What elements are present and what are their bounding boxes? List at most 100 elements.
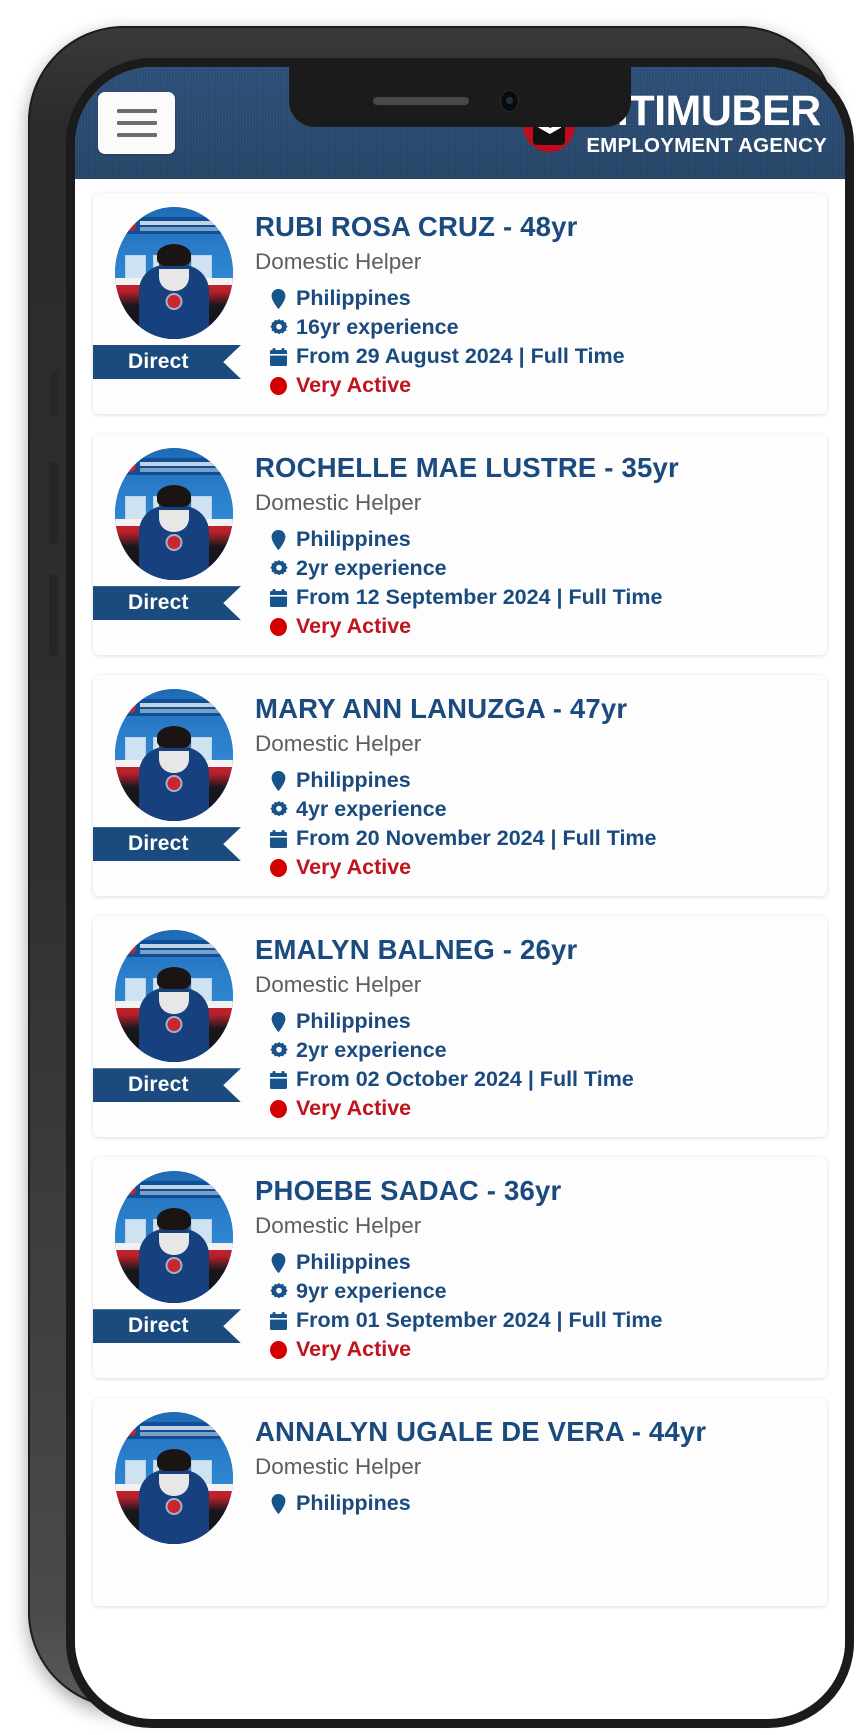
avatar-column bbox=[107, 1412, 241, 1545]
candidate-name[interactable]: RUBI ROSA CRUZ - 48yr bbox=[255, 211, 817, 243]
candidate-card[interactable]: Direct RUBI ROSA CRUZ - 48yr Domestic Help… bbox=[93, 193, 827, 415]
candidate-info: PHOEBE SADAC - 36yr Domestic Helper Philip… bbox=[241, 1171, 827, 1364]
candidate-list[interactable]: Direct RUBI ROSA CRUZ - 48yr Domestic Help… bbox=[75, 179, 845, 1719]
candidate-role: Domestic Helper bbox=[255, 1454, 422, 1480]
screenshot-root: N CITIMUBER EMPLOYMENT AGENCY DirectRUBI… bbox=[0, 0, 864, 1735]
candidate-experience: 2yr experience bbox=[296, 1038, 447, 1063]
candidate-experience-row: 9yr experience bbox=[269, 1277, 817, 1306]
front-camera-icon bbox=[501, 91, 518, 111]
red-dot-icon bbox=[269, 1099, 288, 1118]
gear-icon bbox=[269, 800, 288, 819]
candidate-experience: 9yr experience bbox=[296, 1279, 447, 1304]
candidate-country-row: Philippines bbox=[269, 1248, 817, 1277]
calendar-icon bbox=[269, 1311, 288, 1330]
brand-subtitle: EMPLOYMENT AGENCY bbox=[586, 133, 827, 157]
avatar-column bbox=[107, 1171, 241, 1304]
candidate-name[interactable]: MARY ANN LANUZGA - 47yr bbox=[255, 693, 817, 725]
candidate-info: ROCHELLE MAE LUSTRE - 35yr Domestic Helpe… bbox=[241, 448, 827, 641]
candidate-availability: From 29 August 2024 | Full Time bbox=[296, 344, 625, 369]
candidate-meta-list: Philippines 16yr experience From 29 August… bbox=[255, 284, 817, 400]
phone-volume-down-button[interactable] bbox=[49, 574, 58, 656]
gear-icon bbox=[269, 559, 288, 578]
direct-badge-label: Direct bbox=[128, 832, 189, 856]
candidate-meta-list: Philippines 9yr experience From 01 Septemb… bbox=[255, 1248, 817, 1364]
candidate-name[interactable]: ROCHELLE MAE LUSTRE - 35yr bbox=[255, 452, 817, 484]
candidate-meta-list: Philippines 2yr experience From 12 Septemb… bbox=[255, 525, 817, 641]
map-pin-icon bbox=[269, 1493, 288, 1514]
hamburger-menu-icon-bar-3 bbox=[116, 133, 157, 137]
candidate-status-row: Very Active bbox=[269, 612, 817, 641]
candidate-status-row: Very Active bbox=[269, 1094, 817, 1123]
candidate-status-row: Very Active bbox=[269, 853, 817, 882]
direct-badge-ribbon[interactable]: Direct bbox=[93, 586, 241, 621]
phone-volume-up-button[interactable] bbox=[49, 462, 58, 544]
status-badge: Very Active bbox=[296, 1096, 412, 1121]
status-badge: Very Active bbox=[296, 614, 412, 639]
candidate-name[interactable]: EMALYN BALNEG - 26yr bbox=[255, 934, 817, 966]
candidate-meta-list: Philippines 4yr experience From 20 Novembe… bbox=[255, 766, 817, 882]
candidate-name[interactable]: ANNALYN UGALE DE VERA - 44yr bbox=[255, 1416, 817, 1448]
candidate-experience: 16yr experience bbox=[296, 315, 459, 340]
direct-badge-ribbon[interactable]: Direct bbox=[93, 345, 241, 379]
calendar-icon bbox=[269, 829, 288, 848]
candidate-country: Philippines bbox=[296, 527, 411, 552]
candidate-availability-row: From 02 October 2024 | Full Time bbox=[269, 1065, 817, 1094]
candidate-availability: From 12 September 2024 | Full Time bbox=[296, 585, 663, 610]
earpiece-speaker bbox=[373, 97, 469, 105]
map-pin-icon bbox=[269, 1011, 288, 1032]
red-dot-icon bbox=[269, 376, 288, 395]
direct-badge-ribbon[interactable]: Direct bbox=[93, 1309, 241, 1344]
map-pin-icon bbox=[269, 529, 288, 550]
avatar bbox=[115, 207, 233, 339]
candidate-info: ANNALYN UGALE DE VERA - 44yr Domestic Hel… bbox=[241, 1412, 827, 1518]
candidate-availability: From 20 November 2024 | Full Time bbox=[296, 826, 657, 851]
avatar-column bbox=[107, 448, 241, 581]
candidate-availability-row: From 01 September 2024 | Full Time bbox=[269, 1306, 817, 1335]
candidate-availability-row: From 20 November 2024 | Full Time bbox=[269, 824, 817, 853]
candidate-country: Philippines bbox=[296, 1250, 411, 1275]
phone-mute-switch[interactable] bbox=[50, 372, 58, 416]
candidate-experience-row: 2yr experience bbox=[269, 554, 817, 583]
candidate-card[interactable]: Direct ROCHELLE MAE LUSTRE - 35yr Domestic… bbox=[93, 434, 827, 656]
red-dot-icon bbox=[269, 858, 288, 877]
candidate-experience-row: 4yr experience bbox=[269, 795, 817, 824]
candidate-experience: 2yr experience bbox=[296, 556, 447, 581]
candidate-availability: From 02 October 2024 | Full Time bbox=[296, 1067, 634, 1092]
direct-badge-label: Direct bbox=[128, 1314, 189, 1338]
calendar-icon bbox=[269, 1070, 288, 1089]
direct-badge-ribbon[interactable]: Direct bbox=[93, 1068, 241, 1103]
candidate-country: Philippines bbox=[296, 286, 411, 310]
hamburger-menu-button[interactable] bbox=[98, 92, 175, 154]
candidate-name[interactable]: PHOEBE SADAC - 36yr bbox=[255, 1175, 817, 1207]
candidate-experience-row: 16yr experience bbox=[269, 313, 817, 342]
candidate-card[interactable]: Direct PHOEBE SADAC - 36yr Domestic Helper… bbox=[93, 1157, 827, 1379]
gear-icon bbox=[269, 318, 288, 337]
candidate-country: Philippines bbox=[296, 1009, 411, 1034]
direct-badge-ribbon[interactable]: Direct bbox=[93, 827, 241, 862]
candidate-experience: 4yr experience bbox=[296, 797, 447, 822]
map-pin-icon bbox=[269, 288, 288, 309]
candidate-card[interactable]: Direct MARY ANN LANUZGA - 47yr Domestic He… bbox=[93, 675, 827, 897]
candidate-role: Domestic Helper bbox=[255, 1213, 422, 1239]
avatar bbox=[115, 689, 233, 822]
hamburger-menu-icon-bar-2 bbox=[116, 121, 157, 125]
candidate-card[interactable]: Direct EMALYN BALNEG - 26yr Domestic Helpe… bbox=[93, 916, 827, 1138]
candidate-meta-list: Philippines bbox=[255, 1489, 817, 1518]
calendar-icon bbox=[269, 347, 288, 366]
candidate-availability: From 01 September 2024 | Full Time bbox=[296, 1308, 663, 1333]
candidate-role: Domestic Helper bbox=[255, 490, 422, 516]
red-dot-icon bbox=[269, 617, 288, 636]
avatar-column bbox=[107, 689, 241, 822]
candidate-country: Philippines bbox=[296, 1491, 411, 1516]
avatar-column bbox=[107, 207, 241, 339]
candidate-card[interactable]: ANNALYN UGALE DE VERA - 44yr Domestic Hel… bbox=[93, 1398, 827, 1607]
red-dot-icon bbox=[269, 1340, 288, 1359]
candidate-country-row: Philippines bbox=[269, 284, 817, 313]
candidate-role: Domestic Helper bbox=[255, 249, 422, 274]
gear-icon bbox=[269, 1041, 288, 1060]
candidate-role: Domestic Helper bbox=[255, 731, 422, 757]
hamburger-menu-icon-bar-1 bbox=[116, 109, 157, 113]
candidate-meta-list: Philippines 2yr experience From 02 October… bbox=[255, 1007, 817, 1123]
map-pin-icon bbox=[269, 1252, 288, 1273]
candidate-role: Domestic Helper bbox=[255, 972, 422, 998]
